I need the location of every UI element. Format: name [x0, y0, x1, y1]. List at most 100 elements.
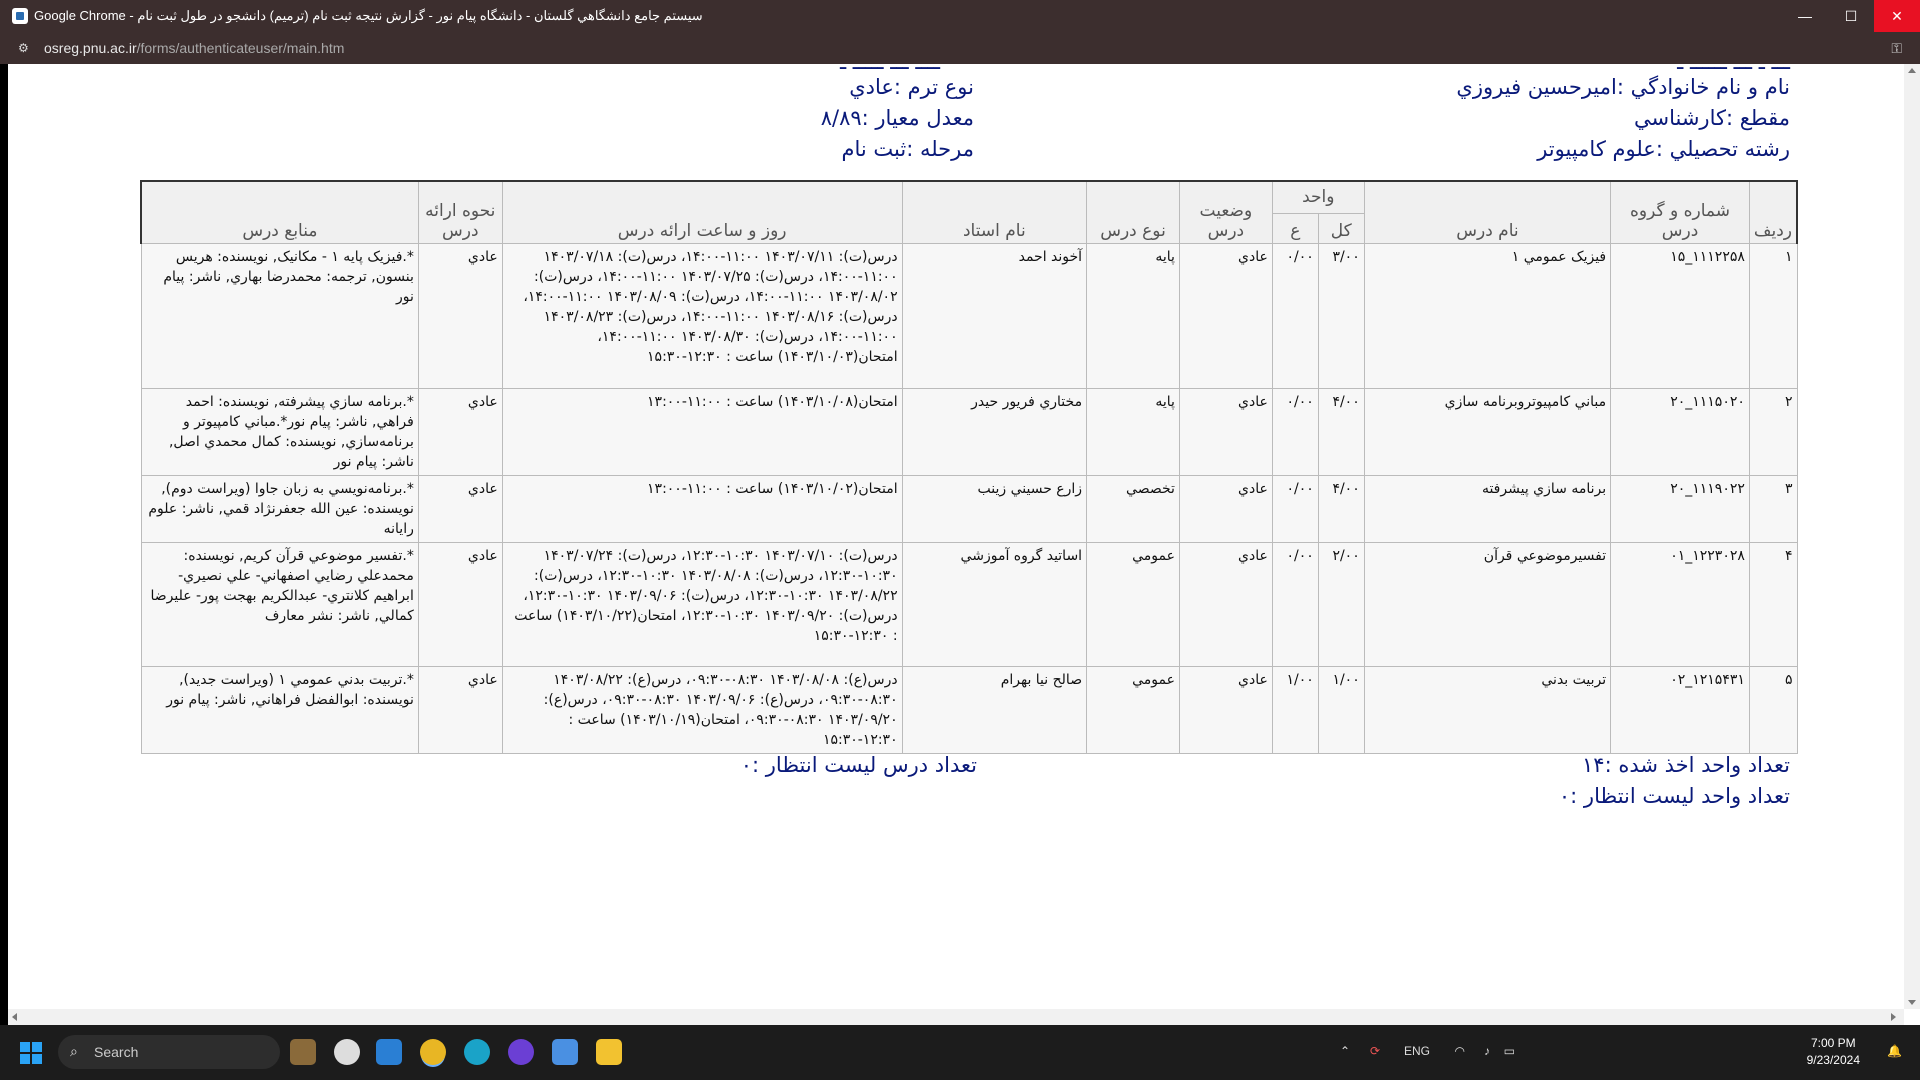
cell-course-code: ۱۱۱۲۲۵۸_۱۵ — [1610, 242, 1750, 389]
scroll-up-arrow-icon[interactable] — [1908, 68, 1916, 73]
chrome-taskbar-icon[interactable] — [420, 1039, 446, 1065]
volume-icon[interactable]: ♪ — [1484, 1044, 1490, 1058]
cell-units-practical: ۱/۰۰ — [1271, 665, 1319, 754]
edge-icon[interactable] — [464, 1039, 490, 1065]
cell-course-type: عمومي — [1086, 665, 1180, 754]
sync-icon[interactable]: ⟳ — [1370, 1044, 1380, 1058]
url-path: /forms/authenticateuser/main.htm — [136, 40, 345, 56]
cell-course-code: ۱۱۱۹۰۲۲_۲۰ — [1610, 474, 1750, 543]
browser-title-bar: Google Chrome - سيستم جامع دانشگاهي گلست… — [0, 0, 1920, 32]
cell-units-practical: ۰/۰۰ — [1271, 541, 1319, 667]
horizontal-scrollbar[interactable] — [8, 1009, 1904, 1025]
header-units: واحد — [1271, 180, 1365, 214]
table-row: ۱ ۱۱۱۲۲۵۸_۱۵ فيزيک عمومي ۱ ۳/۰۰ ۰/۰۰ عاد… — [140, 242, 1798, 389]
student-info-right: نام و نام خانوادگي :اميرحسين فيروزي مقطع… — [1456, 72, 1790, 165]
cell-row-number: ۳ — [1748, 474, 1798, 543]
cell-row-number: ۱ — [1748, 242, 1798, 389]
cell-teacher: اساتيد گروه آموزشي — [901, 541, 1088, 667]
student-level: مقطع :کارشناسي — [1634, 106, 1790, 130]
task-view-icon[interactable] — [290, 1039, 316, 1065]
cell-sources: *.فيزيک پايه ۱ - مکانيک, نويسنده: هريس ب… — [140, 242, 419, 389]
file-explorer-icon[interactable] — [596, 1039, 622, 1065]
table-row: ۵ ۱۲۱۵۴۳۱_۰۲ تربيت بدني ۱/۰۰ ۱/۰۰ عادي ع… — [140, 665, 1798, 754]
wifi-icon[interactable]: ◠ — [1455, 1044, 1465, 1058]
table-row: ۲ ۱۱۱۵۰۲۰_۲۰ مباني کامپيوتروبرنامه سازي … — [140, 387, 1798, 476]
cell-status: عادي — [1178, 474, 1273, 543]
cell-course-type: پايه — [1086, 387, 1180, 476]
cell-delivery: عادي — [417, 665, 503, 754]
header-sources: منابع درس — [139, 180, 419, 244]
cell-delivery: عادي — [417, 387, 503, 476]
waitlist-courses: تعداد درس ليست انتظار :۰ — [740, 753, 977, 777]
battery-icon[interactable]: ▭ — [1504, 1044, 1515, 1058]
chrome-app-icon — [12, 8, 28, 24]
cell-units-total: ۴/۰۰ — [1317, 387, 1365, 476]
cell-row-number: ۲ — [1748, 387, 1798, 476]
cell-units-practical: ۰/۰۰ — [1271, 387, 1319, 476]
cell-course-name: تربيت بدني — [1363, 665, 1612, 754]
header-teacher: نام استاد — [901, 180, 1088, 244]
clock[interactable]: 7:00 PM 9/23/2024 — [1807, 1035, 1860, 1069]
scroll-down-arrow-icon[interactable] — [1908, 1000, 1916, 1005]
student-name: نام و نام خانوادگي :اميرحسين فيروزي — [1456, 75, 1790, 99]
store-icon[interactable] — [552, 1039, 578, 1065]
windows-taskbar: ⌕ Search ⌃ ⟳ ENG ◠ ♪ ▭ 7:00 PM 9/23/2024… — [0, 1025, 1920, 1080]
cell-units-total: ۴/۰۰ — [1317, 474, 1365, 543]
header-units-practical: ع — [1271, 212, 1319, 244]
cell-delivery: عادي — [417, 242, 503, 389]
vscode-icon[interactable] — [376, 1039, 402, 1065]
notification-bell-icon[interactable]: 🔔 — [1887, 1044, 1902, 1058]
address-bar[interactable]: ⚙ osreg.pnu.ac.ir/forms/authenticateuser… — [0, 32, 1920, 64]
table-row: ۴ ۱۲۲۳۰۲۸_۰۱ تفسيرموضوعي قرآن ۲/۰۰ ۰/۰۰ … — [140, 541, 1798, 667]
minimize-button[interactable]: — — [1782, 0, 1828, 32]
maximize-button[interactable]: ☐ — [1828, 0, 1874, 32]
language-indicator[interactable]: ENG — [1404, 1044, 1430, 1058]
cut-off-text-right: ـــ ـ ـــ ــــــ ـ — [1677, 64, 1790, 74]
scroll-right-arrow-icon[interactable] — [1891, 1013, 1896, 1021]
page-content: ـــ ـ ـــ ــــــ ـ ــــ ـــ ـــــ ـ نام … — [8, 64, 1920, 1025]
cell-status: عادي — [1178, 387, 1273, 476]
search-icon: ⌕ — [70, 1043, 78, 1059]
tray-overflow-icon[interactable]: ⌃ — [1340, 1044, 1350, 1058]
cell-sources: *.تفسير موضوعي قرآن کريم, نويسنده: محمدع… — [140, 541, 419, 667]
cell-status: عادي — [1178, 242, 1273, 389]
window-title: Google Chrome - سيستم جامع دانشگاهي گلست… — [34, 8, 703, 23]
units-summary: تعداد واحد اخذ شده :۱۴ تعداد واحد ليست ا… — [1559, 750, 1790, 812]
windows-start-icon[interactable] — [20, 1042, 42, 1064]
cell-course-type: تخصصي — [1086, 474, 1180, 543]
header-course-type: نوع درس — [1086, 180, 1180, 244]
taskbar-search[interactable]: ⌕ Search — [58, 1035, 280, 1069]
password-key-icon[interactable]: ⚿ — [1891, 40, 1902, 57]
units-taken: تعداد واحد اخذ شده :۱۴ — [1582, 753, 1790, 777]
header-units-total: کل — [1317, 212, 1365, 244]
cell-units-practical: ۰/۰۰ — [1271, 474, 1319, 543]
cell-units-total: ۱/۰۰ — [1317, 665, 1365, 754]
header-delivery: نحوه ارائه درس — [417, 180, 503, 244]
header-course-name: نام درس — [1363, 180, 1612, 244]
cell-teacher: مختاري فريور حيدر — [901, 387, 1088, 476]
cell-course-name: فيزيک عمومي ۱ — [1363, 242, 1612, 389]
close-button[interactable]: ✕ — [1874, 0, 1920, 32]
student-major: رشته تحصيلي :علوم کامپيوتر — [1537, 137, 1790, 161]
copilot-icon[interactable] — [508, 1039, 534, 1065]
cell-sources: *.برنامه سازي پيشرفته, نويسنده: احمد فرا… — [140, 387, 419, 476]
cell-schedule: درس(ع): ۱۴۰۳/۰۸/۰۸ ۰۸:۳۰-۰۹:۳۰، درس(ع): … — [501, 665, 903, 754]
site-info-icon[interactable]: ⚙ — [18, 41, 32, 55]
cell-delivery: عادي — [417, 474, 503, 543]
cell-course-type: پايه — [1086, 242, 1180, 389]
url-text[interactable]: osreg.pnu.ac.ir/forms/authenticateuser/m… — [44, 40, 344, 56]
scroll-left-arrow-icon[interactable] — [12, 1013, 17, 1021]
weather-icon[interactable] — [334, 1039, 360, 1065]
cell-row-number: ۵ — [1748, 665, 1798, 754]
cell-delivery: عادي — [417, 541, 503, 667]
waitlist-units: تعداد واحد ليست انتظار :۰ — [1558, 784, 1790, 808]
header-status: وضعيت درس — [1178, 180, 1273, 244]
search-label: Search — [94, 1044, 139, 1060]
clock-time: 7:00 PM — [1810, 1036, 1856, 1050]
cell-course-code: ۱۲۱۵۴۳۱_۰۲ — [1610, 665, 1750, 754]
cell-teacher: صالح نيا بهرام — [901, 665, 1088, 754]
cell-schedule: درس(ت): ۱۴۰۳/۰۷/۱۱ ۱۱:۰۰-۱۴:۰۰، درس(ت): … — [501, 242, 903, 389]
courses-table: رديف شماره و گروه درس نام درس واحد وضعيت… — [139, 180, 1798, 754]
cell-course-code: ۱۲۲۳۰۲۸_۰۱ — [1610, 541, 1750, 667]
vertical-scrollbar[interactable] — [1904, 64, 1920, 1009]
